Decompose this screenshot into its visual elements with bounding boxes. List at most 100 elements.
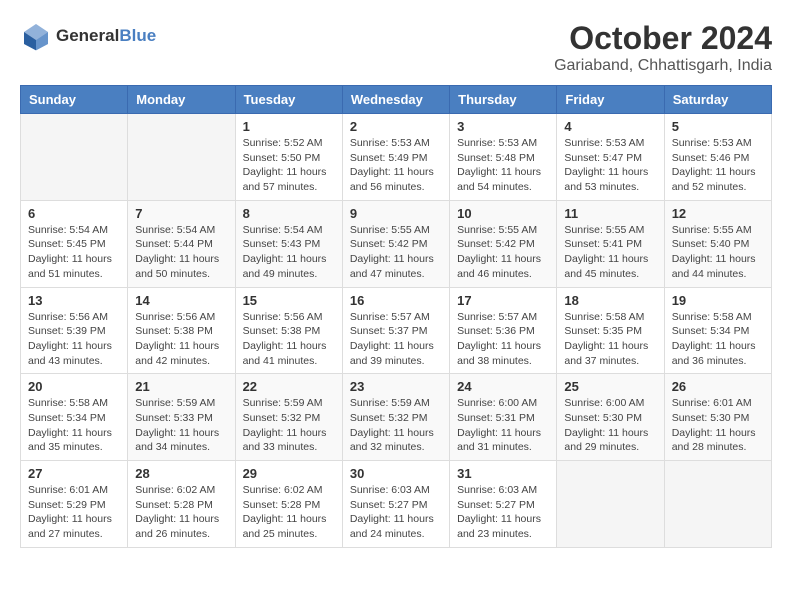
day-number: 9 <box>350 206 442 221</box>
calendar-day-cell: 14 Sunrise: 5:56 AM Sunset: 5:38 PM Dayli… <box>128 287 235 374</box>
calendar-week-row: 27 Sunrise: 6:01 AM Sunset: 5:29 PM Dayli… <box>21 461 772 548</box>
calendar-week-row: 13Sunrise: 5:56 AM Sunset: 5:39 PM Dayli… <box>21 287 772 374</box>
calendar-day-cell: 22 Sunrise: 5:59 AM Sunset: 5:32 PM Dayli… <box>235 374 342 461</box>
day-info: Sunrise: 6:03 AM Sunset: 5:27 PM Dayligh… <box>457 483 549 542</box>
day-number: 3 <box>457 119 549 134</box>
day-number: 12 <box>672 206 764 221</box>
calendar-week-row: 20 Sunrise: 5:58 AM Sunset: 5:34 PM Dayli… <box>21 374 772 461</box>
day-number: 8 <box>243 206 335 221</box>
calendar-day-cell: 7 Sunrise: 5:54 AM Sunset: 5:44 PM Daylig… <box>128 200 235 287</box>
calendar-day-cell <box>557 461 664 548</box>
day-info: Sunrise: 5:55 AM Sunset: 5:42 PM Dayligh… <box>457 223 549 282</box>
day-info: Sunrise: 5:59 AM Sunset: 5:32 PM Dayligh… <box>350 396 442 455</box>
day-info: Sunrise: 6:02 AM Sunset: 5:28 PM Dayligh… <box>243 483 335 542</box>
day-info: Sunrise: 5:56 AM Sunset: 5:38 PM Dayligh… <box>243 310 335 369</box>
page-title: October 2024 <box>554 20 772 57</box>
day-number: 5 <box>672 119 764 134</box>
day-number: 20 <box>28 379 120 394</box>
day-info: Sunrise: 5:53 AM Sunset: 5:49 PM Dayligh… <box>350 136 442 195</box>
day-number: 13 <box>28 293 120 308</box>
day-info: Sunrise: 5:58 AM Sunset: 5:35 PM Dayligh… <box>564 310 656 369</box>
calendar-day-cell <box>128 114 235 201</box>
calendar-header-cell: Wednesday <box>342 86 449 114</box>
calendar-week-row: 1 Sunrise: 5:52 AM Sunset: 5:50 PM Daylig… <box>21 114 772 201</box>
day-info: Sunrise: 5:52 AM Sunset: 5:50 PM Dayligh… <box>243 136 335 195</box>
day-info: Sunrise: 5:56 AM Sunset: 5:38 PM Dayligh… <box>135 310 227 369</box>
day-info: Sunrise: 5:54 AM Sunset: 5:43 PM Dayligh… <box>243 223 335 282</box>
day-info: Sunrise: 6:01 AM Sunset: 5:29 PM Dayligh… <box>28 483 120 542</box>
calendar-header: SundayMondayTuesdayWednesdayThursdayFrid… <box>21 86 772 114</box>
day-number: 27 <box>28 466 120 481</box>
day-number: 30 <box>350 466 442 481</box>
day-info: Sunrise: 5:53 AM Sunset: 5:48 PM Dayligh… <box>457 136 549 195</box>
calendar-header-cell: Sunday <box>21 86 128 114</box>
calendar-body: 1 Sunrise: 5:52 AM Sunset: 5:50 PM Daylig… <box>21 114 772 548</box>
day-number: 14 <box>135 293 227 308</box>
day-number: 22 <box>243 379 335 394</box>
day-info: Sunrise: 5:54 AM Sunset: 5:45 PM Dayligh… <box>28 223 120 282</box>
calendar-header-cell: Friday <box>557 86 664 114</box>
logo: GeneralBlue <box>20 20 156 52</box>
day-info: Sunrise: 5:53 AM Sunset: 5:47 PM Dayligh… <box>564 136 656 195</box>
day-number: 11 <box>564 206 656 221</box>
calendar-day-cell: 8 Sunrise: 5:54 AM Sunset: 5:43 PM Daylig… <box>235 200 342 287</box>
calendar-day-cell: 20 Sunrise: 5:58 AM Sunset: 5:34 PM Dayli… <box>21 374 128 461</box>
calendar-day-cell <box>21 114 128 201</box>
title-section: October 2024 Gariaband, Chhattisgarh, In… <box>554 20 772 75</box>
calendar-day-cell: 11 Sunrise: 5:55 AM Sunset: 5:41 PM Dayli… <box>557 200 664 287</box>
calendar-day-cell: 30 Sunrise: 6:03 AM Sunset: 5:27 PM Dayli… <box>342 461 449 548</box>
calendar-day-cell: 6 Sunrise: 5:54 AM Sunset: 5:45 PM Daylig… <box>21 200 128 287</box>
day-info: Sunrise: 5:55 AM Sunset: 5:41 PM Dayligh… <box>564 223 656 282</box>
calendar-day-cell <box>664 461 771 548</box>
calendar-day-cell: 1 Sunrise: 5:52 AM Sunset: 5:50 PM Daylig… <box>235 114 342 201</box>
calendar-day-cell: 3 Sunrise: 5:53 AM Sunset: 5:48 PM Daylig… <box>450 114 557 201</box>
day-info: Sunrise: 5:57 AM Sunset: 5:37 PM Dayligh… <box>350 310 442 369</box>
day-info: Sunrise: 5:55 AM Sunset: 5:40 PM Dayligh… <box>672 223 764 282</box>
calendar-header-cell: Saturday <box>664 86 771 114</box>
calendar-day-cell: 2 Sunrise: 5:53 AM Sunset: 5:49 PM Daylig… <box>342 114 449 201</box>
calendar-day-cell: 17Sunrise: 5:57 AM Sunset: 5:36 PM Dayli… <box>450 287 557 374</box>
day-info: Sunrise: 6:00 AM Sunset: 5:30 PM Dayligh… <box>564 396 656 455</box>
page-subtitle: Gariaband, Chhattisgarh, India <box>554 57 772 75</box>
calendar-day-cell: 5Sunrise: 5:53 AM Sunset: 5:46 PM Daylig… <box>664 114 771 201</box>
day-info: Sunrise: 5:57 AM Sunset: 5:36 PM Dayligh… <box>457 310 549 369</box>
calendar-day-cell: 9Sunrise: 5:55 AM Sunset: 5:42 PM Daylig… <box>342 200 449 287</box>
day-number: 21 <box>135 379 227 394</box>
calendar-header-cell: Tuesday <box>235 86 342 114</box>
calendar-header-cell: Monday <box>128 86 235 114</box>
calendar-day-cell: 28 Sunrise: 6:02 AM Sunset: 5:28 PM Dayli… <box>128 461 235 548</box>
calendar-day-cell: 12 Sunrise: 5:55 AM Sunset: 5:40 PM Dayli… <box>664 200 771 287</box>
calendar-day-cell: 31 Sunrise: 6:03 AM Sunset: 5:27 PM Dayli… <box>450 461 557 548</box>
logo-icon <box>20 20 52 52</box>
day-number: 28 <box>135 466 227 481</box>
day-number: 6 <box>28 206 120 221</box>
day-number: 4 <box>564 119 656 134</box>
calendar-day-cell: 21Sunrise: 5:59 AM Sunset: 5:33 PM Dayli… <box>128 374 235 461</box>
day-number: 26 <box>672 379 764 394</box>
calendar-day-cell: 13Sunrise: 5:56 AM Sunset: 5:39 PM Dayli… <box>21 287 128 374</box>
calendar-day-cell: 4 Sunrise: 5:53 AM Sunset: 5:47 PM Daylig… <box>557 114 664 201</box>
day-info: Sunrise: 5:59 AM Sunset: 5:32 PM Dayligh… <box>243 396 335 455</box>
calendar-day-cell: 25 Sunrise: 6:00 AM Sunset: 5:30 PM Dayli… <box>557 374 664 461</box>
day-number: 7 <box>135 206 227 221</box>
day-number: 31 <box>457 466 549 481</box>
day-info: Sunrise: 6:02 AM Sunset: 5:28 PM Dayligh… <box>135 483 227 542</box>
day-number: 1 <box>243 119 335 134</box>
calendar-day-cell: 16 Sunrise: 5:57 AM Sunset: 5:37 PM Dayli… <box>342 287 449 374</box>
day-number: 25 <box>564 379 656 394</box>
calendar-day-cell: 27 Sunrise: 6:01 AM Sunset: 5:29 PM Dayli… <box>21 461 128 548</box>
calendar-day-cell: 26 Sunrise: 6:01 AM Sunset: 5:30 PM Dayli… <box>664 374 771 461</box>
day-info: Sunrise: 6:01 AM Sunset: 5:30 PM Dayligh… <box>672 396 764 455</box>
day-info: Sunrise: 6:03 AM Sunset: 5:27 PM Dayligh… <box>350 483 442 542</box>
day-number: 15 <box>243 293 335 308</box>
day-number: 2 <box>350 119 442 134</box>
calendar-table: SundayMondayTuesdayWednesdayThursdayFrid… <box>20 85 772 548</box>
day-info: Sunrise: 5:58 AM Sunset: 5:34 PM Dayligh… <box>28 396 120 455</box>
calendar-day-cell: 24Sunrise: 6:00 AM Sunset: 5:31 PM Dayli… <box>450 374 557 461</box>
day-number: 16 <box>350 293 442 308</box>
day-info: Sunrise: 5:58 AM Sunset: 5:34 PM Dayligh… <box>672 310 764 369</box>
calendar-day-cell: 10Sunrise: 5:55 AM Sunset: 5:42 PM Dayli… <box>450 200 557 287</box>
logo-text: GeneralBlue <box>56 26 156 46</box>
day-info: Sunrise: 5:54 AM Sunset: 5:44 PM Dayligh… <box>135 223 227 282</box>
day-info: Sunrise: 6:00 AM Sunset: 5:31 PM Dayligh… <box>457 396 549 455</box>
